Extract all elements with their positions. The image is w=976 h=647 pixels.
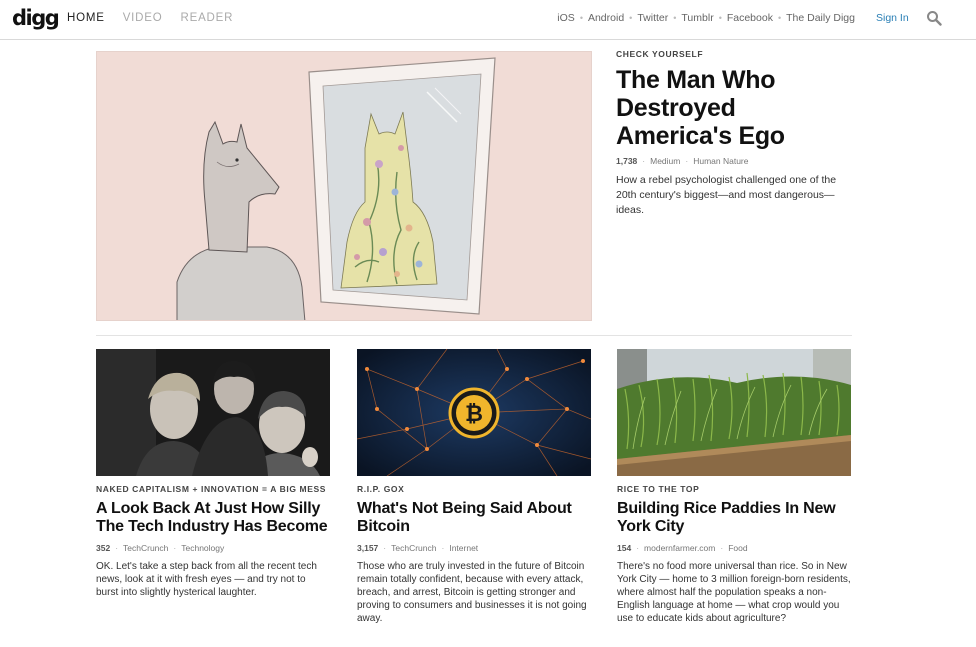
story-description: OK. Let's take a step back from all the … [96, 560, 317, 598]
nav-video[interactable]: VIDEO [123, 12, 163, 24]
separator-dot: · [383, 542, 387, 553]
category-link[interactable]: Technology [181, 543, 224, 553]
separator-dot: • [673, 13, 677, 23]
separator-dot: · [115, 542, 119, 553]
story-kicker[interactable]: RICE TO THE TOP [617, 484, 851, 495]
separator-dot: · [636, 542, 640, 553]
story-thumbnail[interactable] [617, 349, 851, 476]
separator-dot: • [777, 13, 782, 23]
story-card: RICE TO THE TOP Building Rice Paddies In… [617, 349, 851, 625]
bitcoin-network-image: ₿ [357, 349, 591, 476]
hero-meta: 1,738 · Medium · Human Nature [616, 156, 856, 166]
source-link[interactable]: TechCrunch [123, 543, 168, 553]
hero-image[interactable] [96, 51, 592, 321]
story-thumbnail[interactable] [96, 349, 330, 476]
story-card: NAKED CAPITALISM + INNOVATION = A BIG ME… [96, 349, 330, 599]
category-link[interactable]: Internet [449, 543, 478, 553]
story-meta: 154 · modernfarmer.com · Food [617, 543, 851, 553]
story-meta: 3,157 · TechCrunch · Internet [357, 543, 591, 553]
digg-logo[interactable]: digg [12, 6, 60, 30]
hero-title[interactable]: The Man Who Destroyed America's Ego [616, 66, 856, 150]
source-link[interactable]: modernfarmer.com [644, 543, 715, 553]
digg-count[interactable]: 352 [96, 543, 110, 553]
separator-dot: · [720, 542, 724, 553]
separator-dot: · [441, 542, 445, 553]
story-title[interactable]: Building Rice Paddies In New York City [617, 500, 851, 536]
top-bar: digg HOME VIDEO READER iOS • Android • T… [0, 0, 976, 40]
nav-reader[interactable]: READER [181, 12, 234, 24]
platform-links: iOS • Android • Twitter • Tumblr • Faceb… [557, 12, 855, 24]
link-twitter[interactable]: Twitter [637, 12, 668, 24]
story-meta: 352 · TechCrunch · Technology [96, 543, 330, 553]
svg-text:₿: ₿ [465, 402, 483, 427]
section-divider [96, 335, 852, 336]
story-thumbnail[interactable]: ₿ [357, 349, 591, 476]
hackers-photo [96, 349, 330, 476]
category-link[interactable]: Food [728, 543, 747, 553]
separator-dot: · [642, 155, 646, 166]
link-tumblr[interactable]: Tumblr [681, 12, 713, 24]
digg-count[interactable]: 3,157 [357, 543, 378, 553]
nav-home[interactable]: HOME [67, 12, 105, 24]
main-nav: HOME VIDEO READER [67, 12, 233, 24]
separator-dot: • [579, 13, 583, 23]
story-card: ₿ R.I.P. GOX What's Not Being Said About… [357, 349, 591, 625]
hero-kicker[interactable]: CHECK YOURSELF [616, 49, 856, 60]
digg-count[interactable]: 154 [617, 543, 631, 553]
search-icon[interactable] [926, 10, 942, 26]
story-title[interactable]: A Look Back At Just How Silly The Tech I… [96, 500, 330, 536]
separator-dot: • [718, 13, 722, 23]
sign-in-link[interactable]: Sign In [876, 12, 909, 24]
link-facebook[interactable]: Facebook [727, 12, 773, 24]
separator-dot: • [629, 13, 633, 23]
category-link[interactable]: Human Nature [693, 156, 748, 166]
story-description: Those who are truly invested in the futu… [357, 560, 587, 624]
separator-dot: · [685, 155, 689, 166]
story-description: There's no food more universal than rice… [617, 560, 851, 624]
link-ios[interactable]: iOS [557, 12, 575, 24]
separator-dot: · [173, 542, 177, 553]
story-title[interactable]: What's Not Being Said About Bitcoin [357, 500, 591, 536]
digg-count[interactable]: 1,738 [616, 156, 637, 166]
source-link[interactable]: Medium [650, 156, 680, 166]
rice-paddy-photo [617, 349, 851, 476]
link-android[interactable]: Android [588, 12, 624, 24]
story-kicker[interactable]: NAKED CAPITALISM + INNOVATION = A BIG ME… [96, 484, 330, 495]
hero-description: How a rebel psychologist challenged one … [616, 173, 837, 216]
source-link[interactable]: TechCrunch [391, 543, 436, 553]
story-kicker[interactable]: R.I.P. GOX [357, 484, 591, 495]
link-daily-digg[interactable]: The Daily Digg [786, 12, 855, 24]
hero-story: CHECK YOURSELF The Man Who Destroyed Ame… [616, 49, 856, 218]
wolf-mirror-illustration [97, 52, 591, 320]
